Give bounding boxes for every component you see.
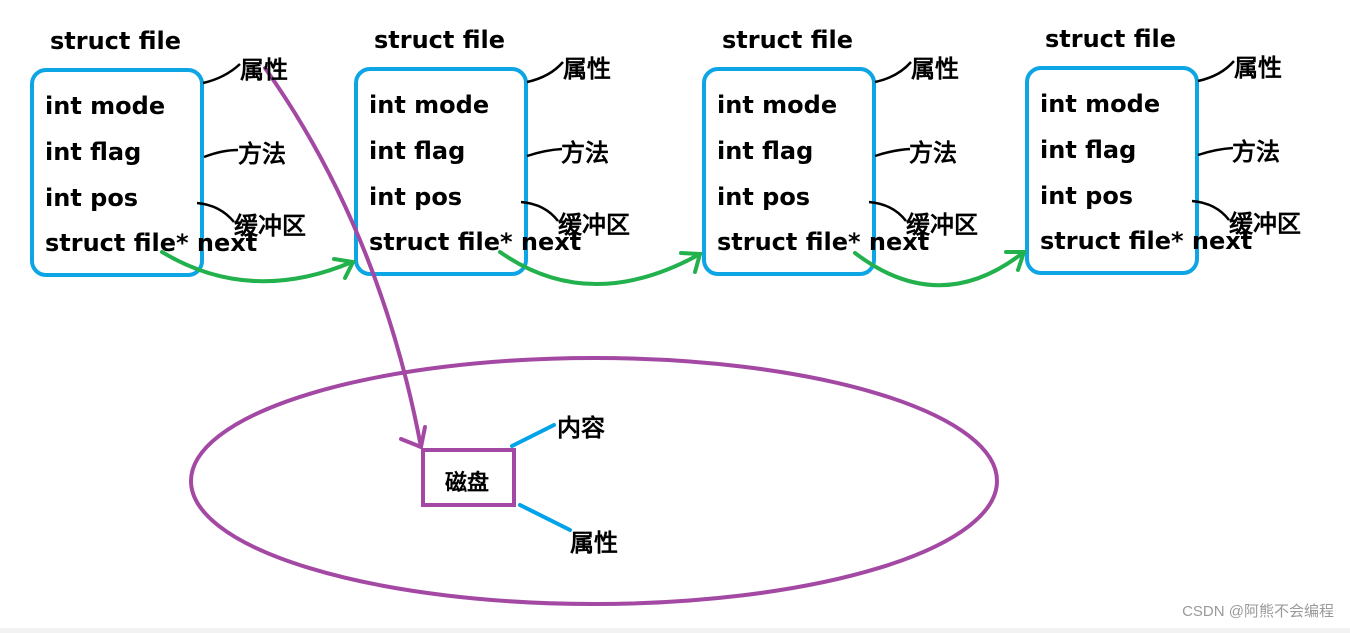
note-attributes: 属性 — [1234, 54, 1282, 82]
field-pos: int pos — [1040, 182, 1134, 210]
note-methods: 方法 — [561, 139, 609, 167]
field-flag: int flag — [369, 137, 466, 165]
note-buffer: 缓冲区 — [558, 211, 630, 239]
note-buffer: 缓冲区 — [1229, 210, 1301, 238]
field-flag: int flag — [45, 138, 142, 166]
field-mode: int mode — [369, 91, 490, 119]
note-methods: 方法 — [909, 139, 957, 167]
attr-to-disk-arrow-head — [399, 425, 427, 450]
field-next: struct file* next — [369, 228, 582, 256]
field-flag: int flag — [717, 137, 814, 165]
note-buffer: 缓冲区 — [906, 211, 978, 239]
note-attributes: 属性 — [240, 56, 288, 84]
note-line-method-2 — [526, 147, 563, 158]
field-pos: int pos — [369, 183, 463, 211]
field-next: struct file* next — [45, 229, 258, 257]
field-mode: int mode — [717, 91, 838, 119]
note-methods: 方法 — [238, 140, 286, 168]
disk-note-line-content — [510, 423, 556, 448]
node-title: struct file — [722, 26, 854, 54]
field-next: struct file* next — [717, 228, 930, 256]
field-mode: int mode — [1040, 90, 1161, 118]
note-attributes: 属性 — [911, 55, 959, 83]
disk-note-content: 内容 — [557, 414, 605, 442]
bottom-bar — [0, 628, 1350, 633]
note-buffer: 缓冲区 — [234, 212, 306, 240]
note-line-method-3 — [874, 147, 911, 158]
note-line-attr-1 — [202, 63, 241, 85]
next-arrow-2-3 — [498, 250, 702, 286]
field-pos: int pos — [717, 183, 811, 211]
note-line-attr-3 — [874, 61, 912, 84]
attr-to-disk-arrow — [263, 66, 423, 449]
note-methods: 方法 — [1232, 138, 1280, 166]
note-line-method-4 — [1197, 146, 1234, 157]
note-line-method-1 — [203, 148, 239, 159]
field-pos: int pos — [45, 184, 139, 212]
note-line-attr-4 — [1197, 60, 1235, 83]
node-title: struct file — [374, 26, 506, 54]
field-flag: int flag — [1040, 136, 1137, 164]
node-title: struct file — [50, 27, 182, 55]
disk-note-line-attr — [518, 503, 572, 532]
node-title: struct file — [1045, 25, 1177, 53]
note-line-attr-2 — [526, 61, 564, 84]
disk-ellipse — [189, 356, 999, 606]
watermark: CSDN @阿熊不会编程 — [1182, 603, 1334, 620]
field-mode: int mode — [45, 92, 166, 120]
disk-label: 磁盘 — [445, 471, 490, 496]
next-arrow-3-4 — [853, 250, 1026, 288]
disk-note-attributes: 属性 — [570, 529, 618, 557]
note-attributes: 属性 — [563, 55, 611, 83]
field-next: struct file* next — [1040, 227, 1253, 255]
